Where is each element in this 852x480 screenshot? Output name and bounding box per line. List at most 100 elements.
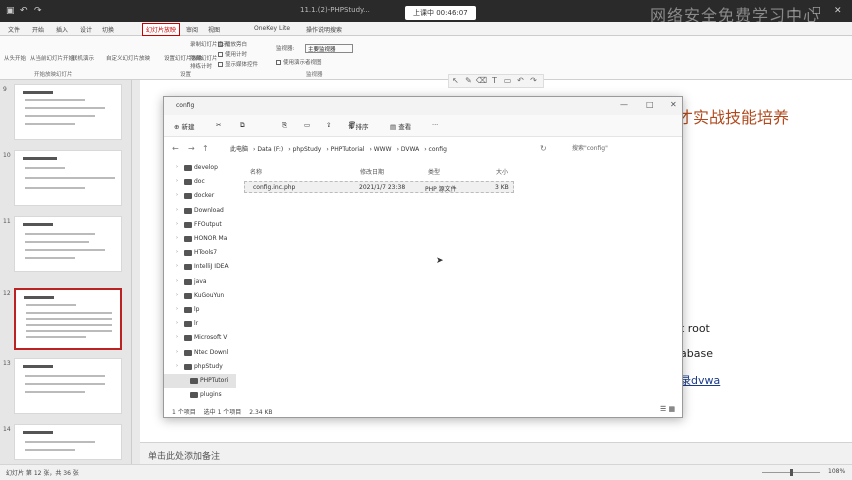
new-button[interactable]: ⊕ 新建: [174, 121, 195, 131]
chevron-right-icon[interactable]: ›: [176, 363, 178, 369]
undo-icon[interactable]: ↶: [20, 6, 28, 16]
nav-folder-item[interactable]: › KuGouYun: [164, 289, 236, 303]
notes-pane[interactable]: 单击此处添加备注: [140, 442, 852, 464]
slide-thumbnail[interactable]: [14, 84, 122, 140]
breadcrumb-item[interactable]: Data (F:): [257, 146, 283, 153]
slide-thumbnail[interactable]: [14, 150, 122, 206]
share-icon[interactable]: ⇪: [326, 121, 331, 129]
refresh-icon[interactable]: ↻: [540, 144, 547, 153]
custom-show-button[interactable]: 自定义幻灯片放映: [106, 54, 150, 62]
paste-icon[interactable]: ⎘: [282, 121, 287, 130]
up-icon[interactable]: ↑: [202, 144, 209, 153]
tiles-view-icon[interactable]: ▦: [669, 405, 676, 413]
pointer-icon[interactable]: ↖: [449, 75, 462, 87]
tab-file[interactable]: 文件: [8, 25, 20, 34]
forward-icon[interactable]: →: [188, 144, 195, 153]
chevron-right-icon[interactable]: ›: [176, 249, 178, 255]
tab-view[interactable]: 视图: [208, 25, 220, 34]
chevron-right-icon[interactable]: ›: [176, 164, 178, 170]
nav-folder-item[interactable]: › Microsoft V: [164, 331, 236, 345]
tab-design[interactable]: 设计: [80, 25, 92, 34]
maximize-icon[interactable]: □: [812, 6, 821, 16]
chevron-right-icon[interactable]: ›: [176, 178, 178, 184]
chevron-right-icon[interactable]: ›: [176, 235, 178, 241]
use-timings-checkbox[interactable]: 使用计时: [218, 50, 247, 58]
chevron-right-icon[interactable]: ›: [176, 349, 178, 355]
show-media-controls-checkbox[interactable]: 显示媒体控件: [218, 60, 258, 68]
breadcrumb-item[interactable]: PHPTutorial: [331, 146, 365, 153]
session-badge[interactable]: 上课中 00:46:07: [405, 6, 476, 20]
present-online-button[interactable]: 联机演示: [72, 54, 94, 62]
nav-folder-item[interactable]: › java: [164, 275, 236, 289]
chevron-right-icon[interactable]: ›: [176, 263, 178, 269]
file-row[interactable]: config.inc.php 2021/1/7 23:38 PHP 源文件 3 …: [244, 181, 514, 193]
chevron-right-icon[interactable]: ›: [176, 192, 178, 198]
nav-folder-item[interactable]: › lr: [164, 317, 236, 331]
back-icon[interactable]: ←: [172, 144, 179, 153]
slide-thumbnail-selected[interactable]: [14, 288, 122, 350]
pen-icon[interactable]: ✎: [462, 75, 475, 87]
minimize-icon[interactable]: —: [790, 6, 799, 16]
eraser-icon[interactable]: ⌫: [475, 75, 488, 87]
tab-slideshow[interactable]: 幻灯片放映: [142, 23, 181, 36]
nav-folder-item[interactable]: plugins: [164, 388, 236, 402]
tab-onekey[interactable]: OneKey Lite: [254, 25, 290, 32]
text-icon[interactable]: T: [488, 75, 501, 87]
nav-folder-item[interactable]: › Ntec Downl: [164, 346, 236, 360]
chevron-right-icon[interactable]: ›: [176, 221, 178, 227]
breadcrumb-item[interactable]: WWW: [374, 146, 392, 153]
breadcrumb-item[interactable]: config: [429, 146, 447, 153]
column-size[interactable]: 大小: [496, 167, 508, 176]
nav-folder-item[interactable]: › IntelliJ IDEA: [164, 260, 236, 274]
save-icon[interactable]: ▣: [6, 6, 15, 16]
close-icon[interactable]: ✕: [834, 6, 842, 16]
nav-folder-item[interactable]: › FFOutput: [164, 218, 236, 232]
details-view-icon[interactable]: ☰: [660, 405, 666, 413]
chevron-right-icon[interactable]: ›: [176, 207, 178, 213]
nav-folder-item[interactable]: › develop: [164, 161, 236, 175]
chevron-right-icon[interactable]: ›: [176, 320, 178, 326]
presenter-view-checkbox[interactable]: 使用演示者视图: [276, 58, 322, 66]
undo-ink-icon[interactable]: ↶: [514, 75, 527, 87]
nav-folder-item[interactable]: › Download: [164, 204, 236, 218]
breadcrumb-item[interactable]: DVWA: [401, 146, 419, 153]
nav-folder-item[interactable]: › docker: [164, 189, 236, 203]
breadcrumb-item[interactable]: 此电脑: [230, 144, 248, 153]
nav-folder-item[interactable]: › doc: [164, 175, 236, 189]
breadcrumb-item[interactable]: phpStudy: [293, 146, 322, 153]
nav-folder-item[interactable]: › HTools7: [164, 246, 236, 260]
tab-review[interactable]: 审阅: [186, 25, 198, 34]
view-button[interactable]: ▤ 查看: [390, 121, 411, 131]
maximize-icon[interactable]: □: [646, 100, 654, 109]
nav-folder-item[interactable]: › phpStudy: [164, 360, 236, 374]
column-type[interactable]: 类型: [428, 167, 440, 176]
rehearse-timings-button[interactable]: 排练计时: [190, 62, 212, 70]
rename-icon[interactable]: ▭: [304, 121, 310, 129]
nav-folder-item[interactable]: › HONOR Ma: [164, 232, 236, 246]
sort-button[interactable]: ⇅ 排序: [348, 121, 369, 131]
close-icon[interactable]: ✕: [670, 100, 677, 109]
nav-folder-item[interactable]: PHPTutori: [164, 374, 236, 388]
chevron-right-icon[interactable]: ›: [176, 306, 178, 312]
cut-icon[interactable]: ✂: [216, 121, 221, 129]
slide-thumbnail[interactable]: [14, 216, 122, 272]
from-beginning-button[interactable]: 从头开始: [4, 54, 26, 62]
tab-home[interactable]: 开始: [32, 25, 44, 34]
more-button[interactable]: ···: [432, 121, 438, 129]
view-toggle[interactable]: ☰ ▦: [660, 405, 675, 413]
shape-icon[interactable]: ▭: [501, 75, 514, 87]
from-current-button[interactable]: 从当前幻灯片开始: [30, 54, 74, 62]
chevron-right-icon[interactable]: ›: [176, 334, 178, 340]
copy-icon[interactable]: ⧉: [240, 121, 245, 130]
search-input[interactable]: 搜索"config": [562, 143, 672, 155]
monitor-select[interactable]: 主要监视器: [305, 44, 353, 53]
breadcrumb[interactable]: 此电脑 › Data (F:) › phpStudy › PHPTutorial › W…: [230, 144, 528, 155]
redo-ink-icon[interactable]: ↷: [527, 75, 540, 87]
hide-slide-button[interactable]: 隐藏幻灯片: [190, 54, 218, 62]
column-name[interactable]: 名称: [250, 167, 262, 176]
slide-thumbnail[interactable]: [14, 424, 122, 460]
minimize-icon[interactable]: —: [620, 100, 628, 109]
zoom-level[interactable]: 108%: [828, 468, 845, 475]
slide-thumbnail[interactable]: [14, 358, 122, 414]
nav-folder-item[interactable]: › lp: [164, 303, 236, 317]
